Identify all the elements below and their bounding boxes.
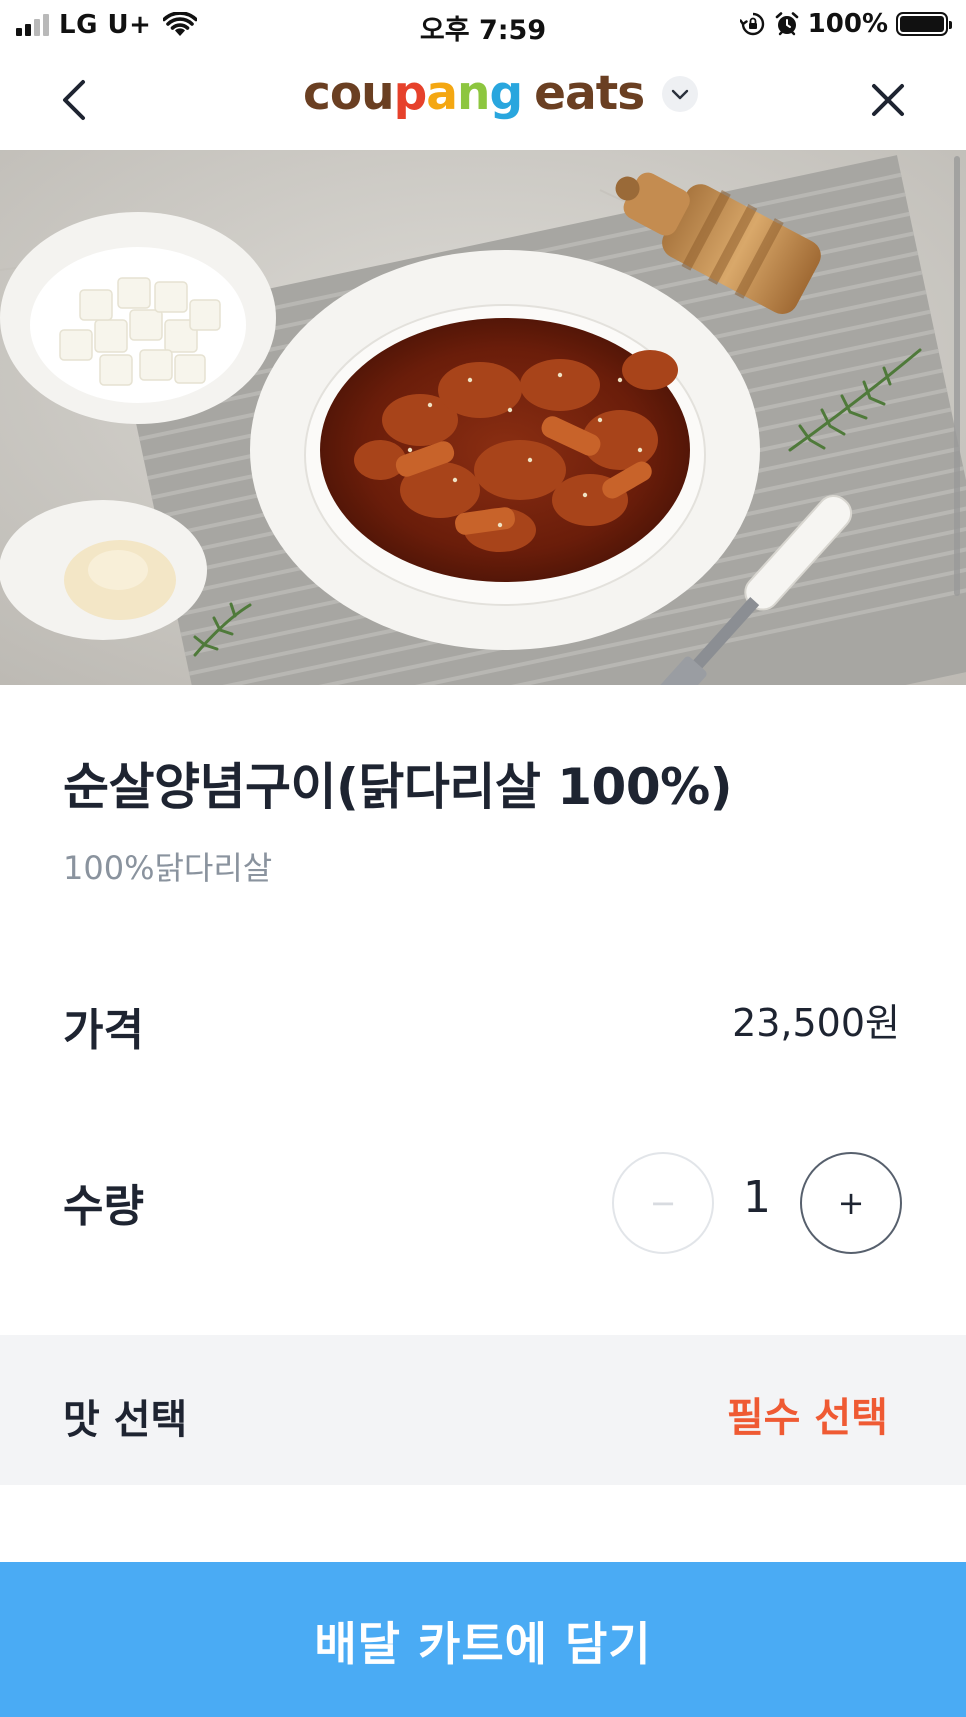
status-bar: LG U+ 오후 7:59 100% — [0, 0, 966, 50]
product-image — [0, 150, 966, 685]
food-photo — [0, 150, 966, 685]
quantity-value: 1 — [743, 1172, 771, 1223]
brand-second-word: eats — [534, 66, 645, 121]
battery-icon — [896, 12, 952, 36]
required-badge: 필수 선택 — [726, 1395, 888, 1441]
plus-icon: + — [837, 1184, 865, 1222]
brand-dropdown-button[interactable] — [662, 75, 699, 112]
product-name: 순살양념구이(닭다리살 100%) — [63, 758, 733, 816]
scroll-indicator[interactable] — [954, 156, 960, 596]
product-description: 100%닭다리살 — [63, 849, 273, 887]
price-value: 23,500원 — [732, 1001, 900, 1045]
price-label: 가격 — [63, 1005, 144, 1056]
alarm-icon — [775, 12, 798, 36]
brand-first-word: coupang — [303, 66, 523, 121]
quantity-increase-button[interactable]: + — [800, 1152, 902, 1254]
close-icon[interactable] — [868, 80, 908, 120]
battery-percent: 100% — [807, 9, 888, 39]
add-to-cart-label: 배달 카트에 담기 — [314, 1617, 652, 1671]
option-label: 맛 선택 — [63, 1397, 188, 1443]
minus-icon: − — [649, 1184, 677, 1222]
brand-logo[interactable]: coupang eats — [303, 66, 699, 121]
back-arrow-icon[interactable] — [55, 76, 95, 124]
add-to-cart-button[interactable]: 배달 카트에 담기 — [0, 1562, 966, 1717]
flavor-option-section[interactable]: 맛 선택 필수 선택 — [0, 1335, 966, 1485]
rotation-lock-icon — [739, 12, 764, 36]
quantity-label: 수량 — [63, 1181, 144, 1232]
brand-wordmark: coupang eats — [303, 66, 645, 121]
chevron-down-icon — [671, 89, 689, 99]
quantity-decrease-button[interactable]: − — [612, 1152, 714, 1254]
nav-bar: coupang eats — [0, 50, 966, 150]
status-right: 100% — [739, 9, 952, 39]
